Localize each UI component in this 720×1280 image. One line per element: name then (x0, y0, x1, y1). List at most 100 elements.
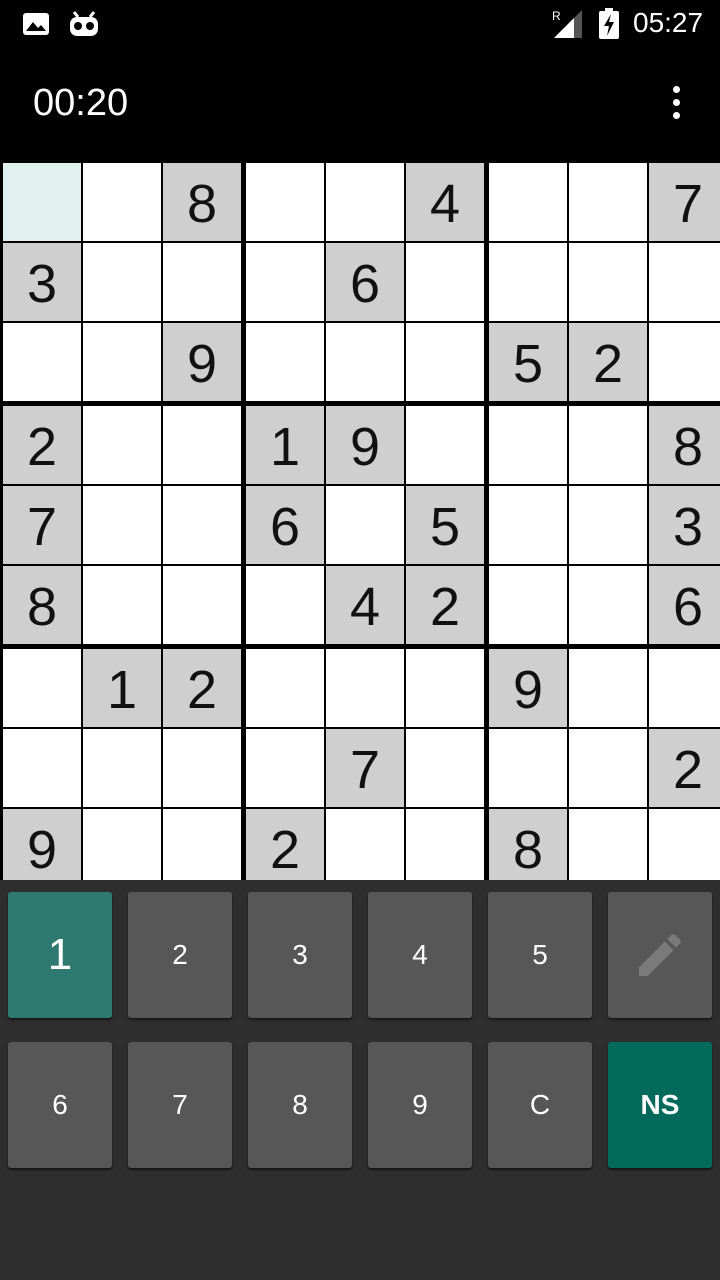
sudoku-cell-r8-c8[interactable] (569, 729, 647, 807)
clear-button[interactable]: C (488, 1042, 592, 1168)
sudoku-cell-r4-c9[interactable]: 8 (649, 406, 720, 484)
sudoku-cell-r9-c1[interactable]: 9 (3, 809, 81, 887)
sudoku-cell-r7-c5[interactable] (326, 649, 404, 727)
sudoku-cell-r7-c3[interactable]: 2 (163, 649, 241, 727)
sudoku-cell-r9-c4[interactable]: 2 (246, 809, 324, 887)
status-bar: R 05:27 (0, 0, 720, 48)
sudoku-cell-r3-c8[interactable]: 2 (569, 323, 647, 401)
sudoku-cell-r6-c1[interactable]: 8 (3, 566, 81, 644)
sudoku-cell-r1-c1[interactable] (3, 163, 81, 241)
battery-charging-icon (599, 8, 619, 39)
sudoku-cell-r8-c9[interactable]: 2 (649, 729, 720, 807)
sudoku-cell-r8-c6[interactable] (406, 729, 484, 807)
sudoku-cell-r4-c1[interactable]: 2 (3, 406, 81, 484)
key-4[interactable]: 4 (368, 892, 472, 1018)
sudoku-cell-r1-c4[interactable] (246, 163, 324, 241)
sudoku-cell-r2-c6[interactable] (406, 243, 484, 321)
sudoku-cell-r7-c6[interactable] (406, 649, 484, 727)
sudoku-cell-r6-c6[interactable]: 2 (406, 566, 484, 644)
overflow-menu-icon[interactable] (664, 86, 688, 126)
sudoku-cell-r5-c9[interactable]: 3 (649, 486, 720, 564)
sudoku-cell-r3-c5[interactable] (326, 323, 404, 401)
sudoku-cell-r4-c5[interactable]: 9 (326, 406, 404, 484)
sudoku-cell-r6-c2[interactable] (83, 566, 161, 644)
key-6[interactable]: 6 (8, 1042, 112, 1168)
sudoku-cell-r1-c9[interactable]: 7 (649, 163, 720, 241)
sudoku-cell-r1-c2[interactable] (83, 163, 161, 241)
svg-text:R: R (552, 9, 561, 23)
sudoku-cell-r3-c4[interactable] (246, 323, 324, 401)
sudoku-cell-r2-c7[interactable] (489, 243, 567, 321)
sudoku-cell-r4-c8[interactable] (569, 406, 647, 484)
sudoku-cell-r9-c8[interactable] (569, 809, 647, 887)
sudoku-cell-r5-c3[interactable] (163, 486, 241, 564)
sudoku-cell-r1-c6[interactable]: 4 (406, 163, 484, 241)
number-keypad: 1 2 3 4 5 6 7 8 9 C NS (0, 880, 720, 1280)
sudoku-cell-r7-c4[interactable] (246, 649, 324, 727)
sudoku-cell-r6-c8[interactable] (569, 566, 647, 644)
signal-icon: R (552, 9, 582, 38)
ns-button[interactable]: NS (608, 1042, 712, 1168)
sudoku-cell-r1-c3[interactable]: 8 (163, 163, 241, 241)
sudoku-cell-r6-c4[interactable] (246, 566, 324, 644)
sudoku-cell-r4-c2[interactable] (83, 406, 161, 484)
sudoku-cell-r4-c3[interactable] (163, 406, 241, 484)
sudoku-cell-r8-c7[interactable] (489, 729, 567, 807)
sudoku-cell-r7-c7[interactable]: 9 (489, 649, 567, 727)
sudoku-cell-r6-c9[interactable]: 6 (649, 566, 720, 644)
sudoku-cell-r9-c5[interactable] (326, 809, 404, 887)
sudoku-cell-r5-c4[interactable]: 6 (246, 486, 324, 564)
sudoku-cell-r2-c8[interactable] (569, 243, 647, 321)
key-1[interactable]: 1 (8, 892, 112, 1018)
pencil-notes-button[interactable] (608, 892, 712, 1018)
sudoku-cell-r7-c2[interactable]: 1 (83, 649, 161, 727)
sudoku-cell-r2-c9[interactable] (649, 243, 720, 321)
sudoku-cell-r6-c7[interactable] (489, 566, 567, 644)
app-bar: 00:20 (0, 48, 720, 160)
sudoku-cell-r5-c2[interactable] (83, 486, 161, 564)
sudoku-cell-r3-c1[interactable] (3, 323, 81, 401)
key-8[interactable]: 8 (248, 1042, 352, 1168)
sudoku-cell-r1-c8[interactable] (569, 163, 647, 241)
sudoku-cell-r7-c9[interactable] (649, 649, 720, 727)
key-3[interactable]: 3 (248, 892, 352, 1018)
sudoku-cell-r1-c5[interactable] (326, 163, 404, 241)
sudoku-cell-r8-c1[interactable] (3, 729, 81, 807)
sudoku-cell-r4-c4[interactable]: 1 (246, 406, 324, 484)
sudoku-cell-r7-c1[interactable] (3, 649, 81, 727)
sudoku-cell-r5-c8[interactable] (569, 486, 647, 564)
sudoku-cell-r9-c7[interactable]: 8 (489, 809, 567, 887)
key-2[interactable]: 2 (128, 892, 232, 1018)
sudoku-cell-r5-c1[interactable]: 7 (3, 486, 81, 564)
sudoku-cell-r8-c5[interactable]: 7 (326, 729, 404, 807)
sudoku-cell-r6-c5[interactable]: 4 (326, 566, 404, 644)
key-9[interactable]: 9 (368, 1042, 472, 1168)
sudoku-cell-r9-c2[interactable] (83, 809, 161, 887)
sudoku-cell-r8-c2[interactable] (83, 729, 161, 807)
sudoku-cell-r5-c5[interactable] (326, 486, 404, 564)
sudoku-cell-r5-c7[interactable] (489, 486, 567, 564)
sudoku-cell-r8-c4[interactable] (246, 729, 324, 807)
sudoku-cell-r2-c3[interactable] (163, 243, 241, 321)
sudoku-cell-r3-c6[interactable] (406, 323, 484, 401)
key-7[interactable]: 7 (128, 1042, 232, 1168)
sudoku-cell-r9-c3[interactable] (163, 809, 241, 887)
sudoku-cell-r3-c7[interactable]: 5 (489, 323, 567, 401)
sudoku-cell-r2-c2[interactable] (83, 243, 161, 321)
sudoku-cell-r9-c6[interactable] (406, 809, 484, 887)
sudoku-cell-r2-c5[interactable]: 6 (326, 243, 404, 321)
sudoku-cell-r7-c8[interactable] (569, 649, 647, 727)
sudoku-cell-r2-c4[interactable] (246, 243, 324, 321)
sudoku-cell-r8-c3[interactable] (163, 729, 241, 807)
sudoku-cell-r3-c9[interactable] (649, 323, 720, 401)
sudoku-cell-r3-c3[interactable]: 9 (163, 323, 241, 401)
key-5[interactable]: 5 (488, 892, 592, 1018)
sudoku-cell-r4-c6[interactable] (406, 406, 484, 484)
sudoku-cell-r6-c3[interactable] (163, 566, 241, 644)
sudoku-cell-r4-c7[interactable] (489, 406, 567, 484)
sudoku-cell-r3-c2[interactable] (83, 323, 161, 401)
sudoku-cell-r5-c6[interactable]: 5 (406, 486, 484, 564)
sudoku-cell-r1-c7[interactable] (489, 163, 567, 241)
sudoku-cell-r9-c9[interactable] (649, 809, 720, 887)
sudoku-cell-r2-c1[interactable]: 3 (3, 243, 81, 321)
